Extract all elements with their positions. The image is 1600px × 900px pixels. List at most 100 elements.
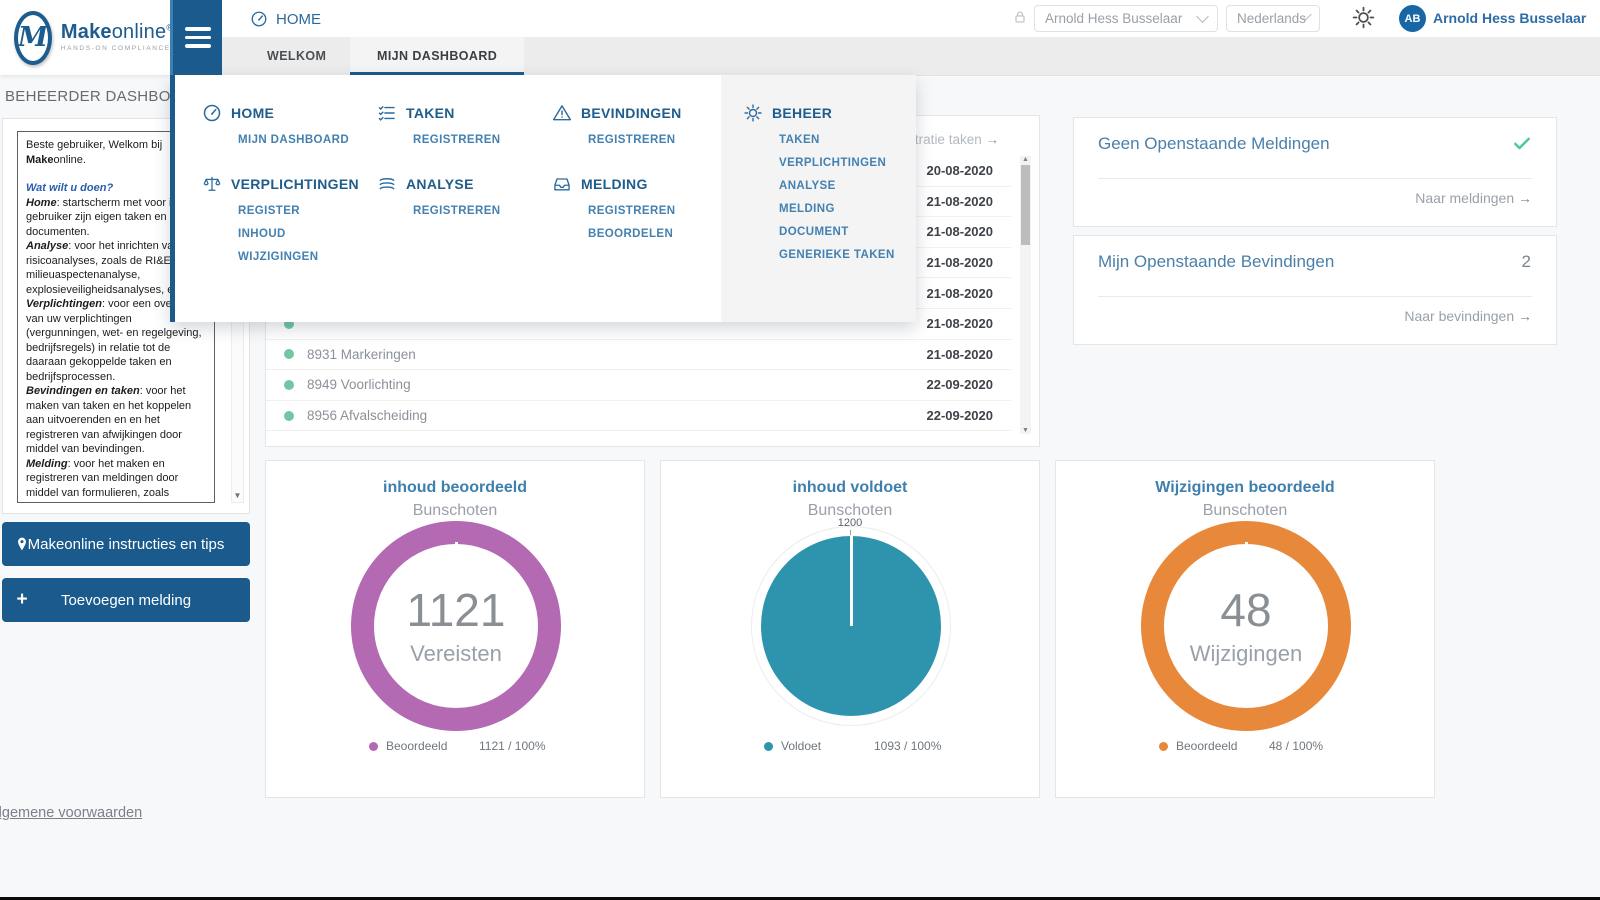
- arrow-right-icon: →: [1518, 190, 1532, 206]
- user-avatar[interactable]: AB: [1399, 5, 1426, 32]
- gear-icon: [743, 103, 763, 123]
- language-select[interactable]: Nederlands: [1226, 5, 1320, 32]
- menu-item-melding[interactable]: MELDING: [552, 174, 720, 194]
- task-due-date: 21-08-2020: [927, 224, 994, 239]
- menu-column: BEHEER TAKEN VERPLICHTINGEN ANALYSE MELDING D…: [721, 75, 916, 322]
- task-row[interactable]: 8949 Voorlichting22-09-2020: [266, 370, 1011, 401]
- menu-item-bevindingen[interactable]: BEVINDINGEN: [552, 103, 720, 123]
- status-dot: [284, 349, 294, 359]
- menu-title: HOME: [231, 105, 274, 121]
- menu-subitem-home-mijn-dashboard[interactable]: MIJN DASHBOARD: [238, 134, 374, 146]
- menu-subitem-melding-beoordelen[interactable]: BEOORDELEN: [588, 228, 720, 240]
- donut-center-label: Vereisten: [410, 641, 502, 667]
- brand-rest: online: [112, 21, 167, 43]
- menu-subitem-beheer-analyse[interactable]: ANALYSE: [779, 180, 916, 192]
- legend-series-name: Beoordeeld: [386, 739, 479, 753]
- menu-item-beheer[interactable]: BEHEER: [743, 103, 916, 123]
- user-select[interactable]: Arnold Hess Busselaar: [1034, 5, 1218, 32]
- menu-item-analyse[interactable]: ANALYSE: [377, 174, 549, 194]
- menu-item-verplichtingen[interactable]: VERPLICHTINGEN: [202, 174, 374, 194]
- instructions-tips-button[interactable]: Makeonline instructies en tips: [2, 522, 250, 566]
- task-due-date: 21-08-2020: [927, 255, 994, 270]
- legend-dot: [764, 742, 773, 751]
- menu-subitem-beheer-taken[interactable]: TAKEN: [779, 134, 916, 146]
- mega-menu-panel: HOME MIJN DASHBOARD VERPLICHTINGEN REGISTER…: [170, 75, 916, 322]
- legend-series-name: Beoordeeld: [1176, 739, 1269, 753]
- bevindingen-summary-card: Mijn Openstaande Bevindingen 2 Naar bevi…: [1073, 235, 1557, 345]
- logo-tagline: HANDS-ON COMPLIANCE: [61, 46, 173, 53]
- menu-subitem-verplichtingen-wijzigingen[interactable]: WIJZIGINGEN: [238, 251, 374, 263]
- plus-icon: +: [14, 592, 30, 608]
- terms-link[interactable]: Algemene voorwaarden: [0, 805, 142, 821]
- divider: [1098, 296, 1532, 297]
- status-dot: [284, 411, 294, 421]
- card-title: Mijn Openstaande Bevindingen: [1098, 252, 1334, 272]
- arrow-right-icon: →: [986, 132, 1000, 147]
- settings-gear-icon[interactable]: [1351, 5, 1376, 30]
- task-due-date: 21-08-2020: [927, 347, 994, 362]
- layers-icon: [377, 174, 397, 194]
- task-due-date: 22-09-2020: [927, 377, 994, 392]
- donut-center-value: 1121: [407, 585, 506, 635]
- add-melding-button[interactable]: + Toevoegen melding: [2, 578, 250, 622]
- menu-subitem-bevindingen-registreren[interactable]: REGISTREREN: [588, 134, 720, 146]
- donut-chart: 48 Wijzigingen: [1141, 521, 1351, 731]
- menu-subitem-beheer-verplichtingen[interactable]: VERPLICHTINGEN: [779, 157, 916, 169]
- menu-subitem-beheer-generieke-taken[interactable]: GENERIEKE TAKEN: [779, 249, 916, 261]
- menu-column: HOME MIJN DASHBOARD VERPLICHTINGEN REGISTER…: [202, 75, 374, 322]
- scroll-down-icon[interactable]: ▼: [232, 491, 243, 500]
- speedometer-icon: [250, 10, 268, 28]
- legend-series-name: Voldoet: [781, 739, 874, 753]
- menu-item-home[interactable]: HOME: [202, 103, 374, 123]
- chart-legend: Voldoet1093 / 100%: [661, 739, 1039, 753]
- menu-subitem-analyse-registreren[interactable]: REGISTREREN: [413, 205, 549, 217]
- chart-card-inhoud-voldoet: inhoud voldoetBunschoten1200Voldoet1093 …: [660, 460, 1040, 798]
- menu-group-home: HOME MIJN DASHBOARD: [202, 103, 374, 146]
- hamburger-menu-button[interactable]: [170, 0, 222, 75]
- pie-chart: [761, 536, 941, 716]
- menu-column: TAKEN REGISTREREN ANALYSE REGISTREREN: [377, 75, 549, 322]
- task-due-date: 20-08-2020: [927, 163, 994, 178]
- task-label: 8931 Markeringen: [307, 347, 927, 362]
- donut-center-label: Wijzigingen: [1190, 641, 1303, 667]
- menu-title: ANALYSE: [406, 176, 474, 192]
- task-row[interactable]: 8931 Markeringen21-08-2020: [266, 340, 1011, 371]
- tasks-scrollbar[interactable]: ▲ ▼: [1020, 156, 1031, 434]
- menu-item-taken[interactable]: TAKEN: [377, 103, 549, 123]
- breadcrumb-home[interactable]: HOME: [250, 8, 321, 30]
- link-label: Naar bevindingen: [1404, 308, 1514, 324]
- task-due-date: 21-08-2020: [927, 316, 994, 331]
- user-name[interactable]: Arnold Hess Busselaar: [1433, 10, 1586, 26]
- donut-center-value: 48: [1220, 585, 1271, 635]
- chart-card-wijzigingen-beoordeeld: Wijzigingen beoordeeldBunschoten48Wijzig…: [1055, 460, 1435, 798]
- menu-title: BEHEER: [772, 105, 832, 121]
- lock-icon: [1012, 9, 1028, 25]
- card-title: Geen Openstaande Meldingen: [1098, 134, 1330, 154]
- menu-subitem-melding-registreren[interactable]: REGISTREREN: [588, 205, 720, 217]
- naar-meldingen-link[interactable]: Naar meldingen →: [1415, 190, 1532, 206]
- menu-subitem-verplichtingen-register[interactable]: REGISTER: [238, 205, 374, 217]
- checklist-icon: [377, 103, 397, 123]
- menu-group-verplichtingen: VERPLICHTINGEN REGISTER INHOUD WIJZIGINGEN: [202, 174, 374, 263]
- tab-mijn-dashboard[interactable]: MIJN DASHBOARD: [350, 37, 524, 75]
- chevron-down-icon: [1196, 10, 1209, 23]
- task-row[interactable]: 8956 Afvalscheiding22-09-2020: [266, 401, 1011, 432]
- menu-subitem-taken-registreren[interactable]: REGISTREREN: [413, 134, 549, 146]
- task-label: 8949 Voorlichting: [307, 377, 927, 392]
- menu-group-melding: MELDING REGISTREREN BEOORDELEN: [552, 174, 720, 240]
- menu-subitem-beheer-melding[interactable]: MELDING: [779, 203, 916, 215]
- scrollbar-thumb[interactable]: [1021, 165, 1030, 245]
- logo-monogram: M: [14, 11, 52, 65]
- menu-subitem-beheer-document[interactable]: DOCUMENT: [779, 226, 916, 238]
- chart-title: inhoud beoordeeld: [266, 479, 644, 497]
- meldingen-summary-card: Geen Openstaande Meldingen Naar meldinge…: [1073, 117, 1557, 227]
- divider: [1098, 178, 1532, 179]
- scale-icon: [202, 174, 222, 194]
- scroll-down-icon[interactable]: ▼: [1020, 427, 1031, 434]
- menu-subitem-verplichtingen-inhoud[interactable]: INHOUD: [238, 228, 374, 240]
- menu-title: MELDING: [581, 176, 648, 192]
- scroll-up-icon[interactable]: ▲: [1020, 156, 1031, 163]
- naar-bevindingen-link[interactable]: Naar bevindingen →: [1404, 308, 1532, 324]
- tab-welkom[interactable]: WELKOM: [240, 37, 353, 75]
- inbox-icon: [552, 174, 572, 194]
